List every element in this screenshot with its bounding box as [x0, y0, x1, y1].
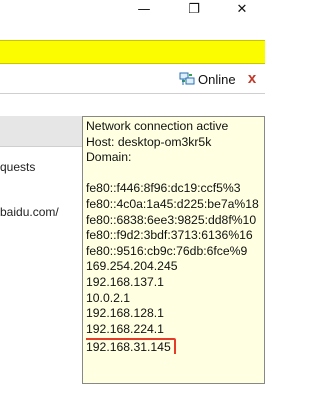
notification-bar [0, 40, 265, 64]
minimize-icon: — [137, 1, 151, 17]
address-item: 10.0.2.1 [86, 290, 131, 305]
restore-icon: ❐ [188, 1, 200, 17]
address-item: fe80::6838:6ee3:9825:dd8f%10 [86, 212, 257, 227]
highlighted-address: 192.168.31.145 [86, 338, 176, 354]
address-item: 192.168.137.1 [86, 274, 164, 289]
domain-label: Domain: [86, 150, 132, 165]
url-label[interactable]: baidu.com/ [0, 205, 59, 219]
window-close-button[interactable]: ✕ [228, 0, 256, 18]
window-close-icon: ✕ [236, 1, 248, 17]
restore-button[interactable]: ❐ [180, 0, 208, 18]
online-label: Online [198, 71, 236, 87]
panel-header [0, 116, 92, 147]
close-button[interactable]: x [245, 70, 259, 88]
address-item: fe80::f9d2:3bdf:3713:6136%16 [86, 228, 253, 243]
network-status-tooltip: Network connection active Host: desktop-… [82, 116, 265, 384]
toolbar: Online x [0, 64, 265, 94]
address-item: fe80::f446:8f96:dc19:ccf5%3 [86, 181, 241, 196]
online-status-button[interactable]: Online [179, 70, 236, 88]
window-titlebar: — ❐ ✕ [0, 0, 265, 18]
minimize-button[interactable]: — [130, 0, 158, 18]
network-monitor-icon [179, 72, 195, 85]
address-item: fe80::4c0a:1a45:d225:be7a%18 [86, 196, 259, 211]
address-item: 192.168.224.1 [86, 321, 164, 336]
address-item: fe80::9516:cb9c:76db:6fce%9 [86, 243, 248, 258]
address-item: 169.254.204.245 [86, 259, 178, 274]
close-icon: x [247, 70, 257, 87]
requests-label: quests [0, 160, 36, 174]
host-name: Host: desktop-om3kr5k [86, 134, 212, 149]
address-item: 192.168.128.1 [86, 306, 164, 321]
connection-status: Network connection active [86, 119, 229, 133]
